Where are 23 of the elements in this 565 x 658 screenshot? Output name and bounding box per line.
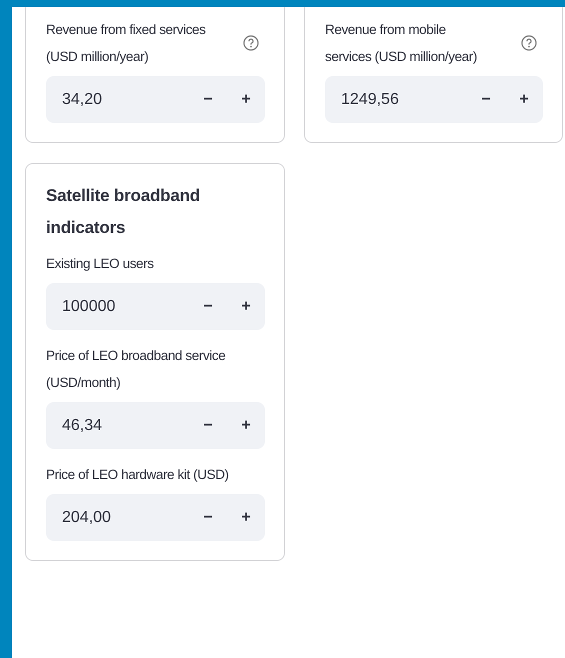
decrement-button[interactable]: − — [189, 76, 227, 123]
number-input[interactable]: 46,34 − + — [46, 402, 265, 449]
number-input[interactable]: 34,20 − + — [46, 76, 265, 123]
number-input[interactable]: 100000 − + — [46, 283, 265, 330]
increment-button[interactable]: + — [227, 402, 265, 449]
decrement-button[interactable]: − — [189, 283, 227, 330]
increment-button[interactable]: + — [227, 494, 265, 541]
field-label: Revenue from fixed services (USD million/year) — [46, 21, 206, 66]
field-label: Price of LEO broadband service (USD/month) — [46, 347, 226, 392]
number-input[interactable]: 1249,56 − + — [325, 76, 543, 123]
increment-button[interactable]: + — [227, 76, 265, 123]
increment-button[interactable]: + — [505, 76, 543, 123]
number-input[interactable]: 204,00 − + — [46, 494, 265, 541]
decrement-button[interactable]: − — [467, 76, 505, 123]
decrement-button[interactable]: − — [189, 402, 227, 449]
field-label: Price of LEO hardware kit (USD) — [46, 466, 229, 484]
help-icon[interactable] — [521, 35, 537, 51]
increment-button[interactable]: + — [227, 283, 265, 330]
card-title: Satellite broadband indicators — [46, 185, 201, 239]
field-label: Revenue from mobile services (USD million/year) — [325, 21, 478, 66]
help-icon[interactable] — [243, 35, 259, 51]
decrement-button[interactable]: − — [189, 494, 227, 541]
field-label: Existing LEO users — [46, 255, 154, 273]
